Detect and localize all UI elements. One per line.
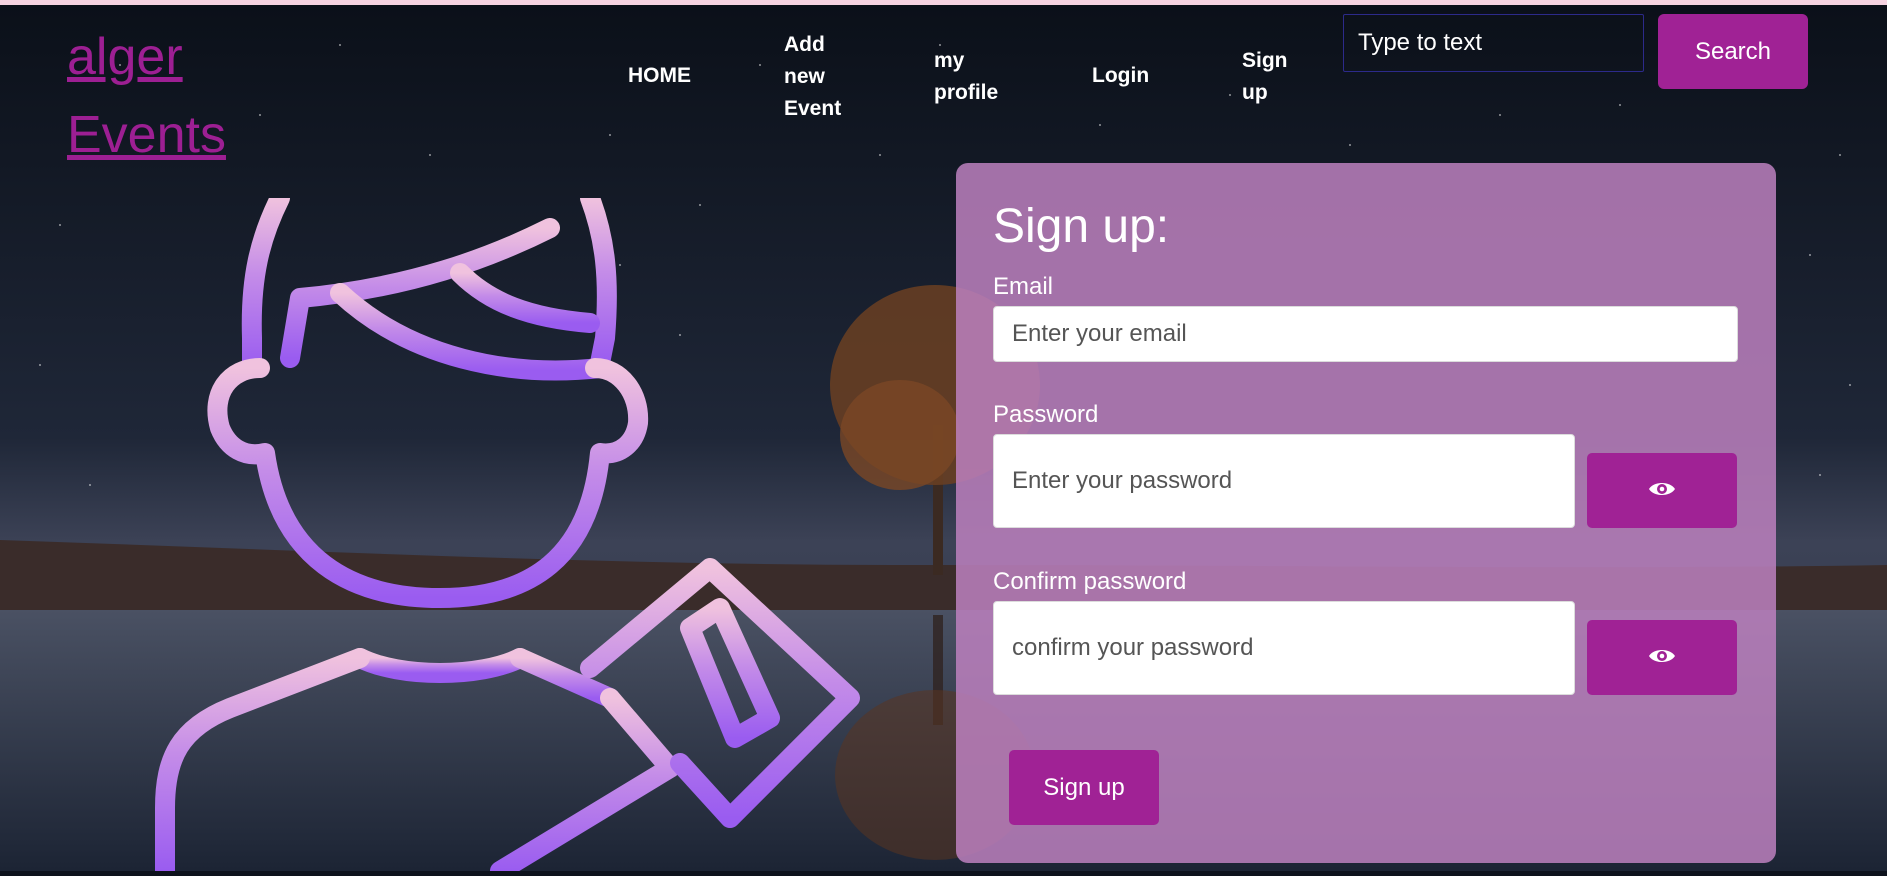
toggle-confirm-visibility-button[interactable]: [1587, 620, 1737, 695]
sign-up-button[interactable]: Sign up: [1009, 750, 1159, 825]
nav-add-new-event[interactable]: Add new Event: [784, 29, 841, 125]
password-label: Password: [993, 401, 1099, 428]
user-edit-icon: [150, 188, 890, 876]
confirm-password-label: Confirm password: [993, 568, 1187, 595]
nav-my-profile[interactable]: my profile: [934, 45, 998, 109]
site-logo: alger Events: [67, 18, 226, 174]
search-input[interactable]: [1343, 14, 1644, 72]
confirm-password-field[interactable]: [993, 601, 1575, 695]
eye-icon: [1648, 646, 1676, 669]
nav-home[interactable]: HOME: [628, 60, 691, 92]
email-field[interactable]: [993, 306, 1738, 362]
eye-icon: [1648, 479, 1676, 502]
search-button[interactable]: Search: [1658, 14, 1808, 89]
toggle-password-visibility-button[interactable]: [1587, 453, 1737, 528]
email-label: Email: [993, 273, 1054, 300]
logo-link-events[interactable]: Events: [67, 96, 226, 174]
password-field[interactable]: [993, 434, 1575, 528]
logo-link-alger[interactable]: alger: [67, 18, 226, 96]
form-title: Sign up:: [993, 200, 1170, 253]
nav-sign-up[interactable]: Sign up: [1242, 45, 1288, 109]
nav-login[interactable]: Login: [1092, 60, 1149, 92]
signup-card: Sign up: Email Password Confirm password…: [956, 163, 1776, 863]
